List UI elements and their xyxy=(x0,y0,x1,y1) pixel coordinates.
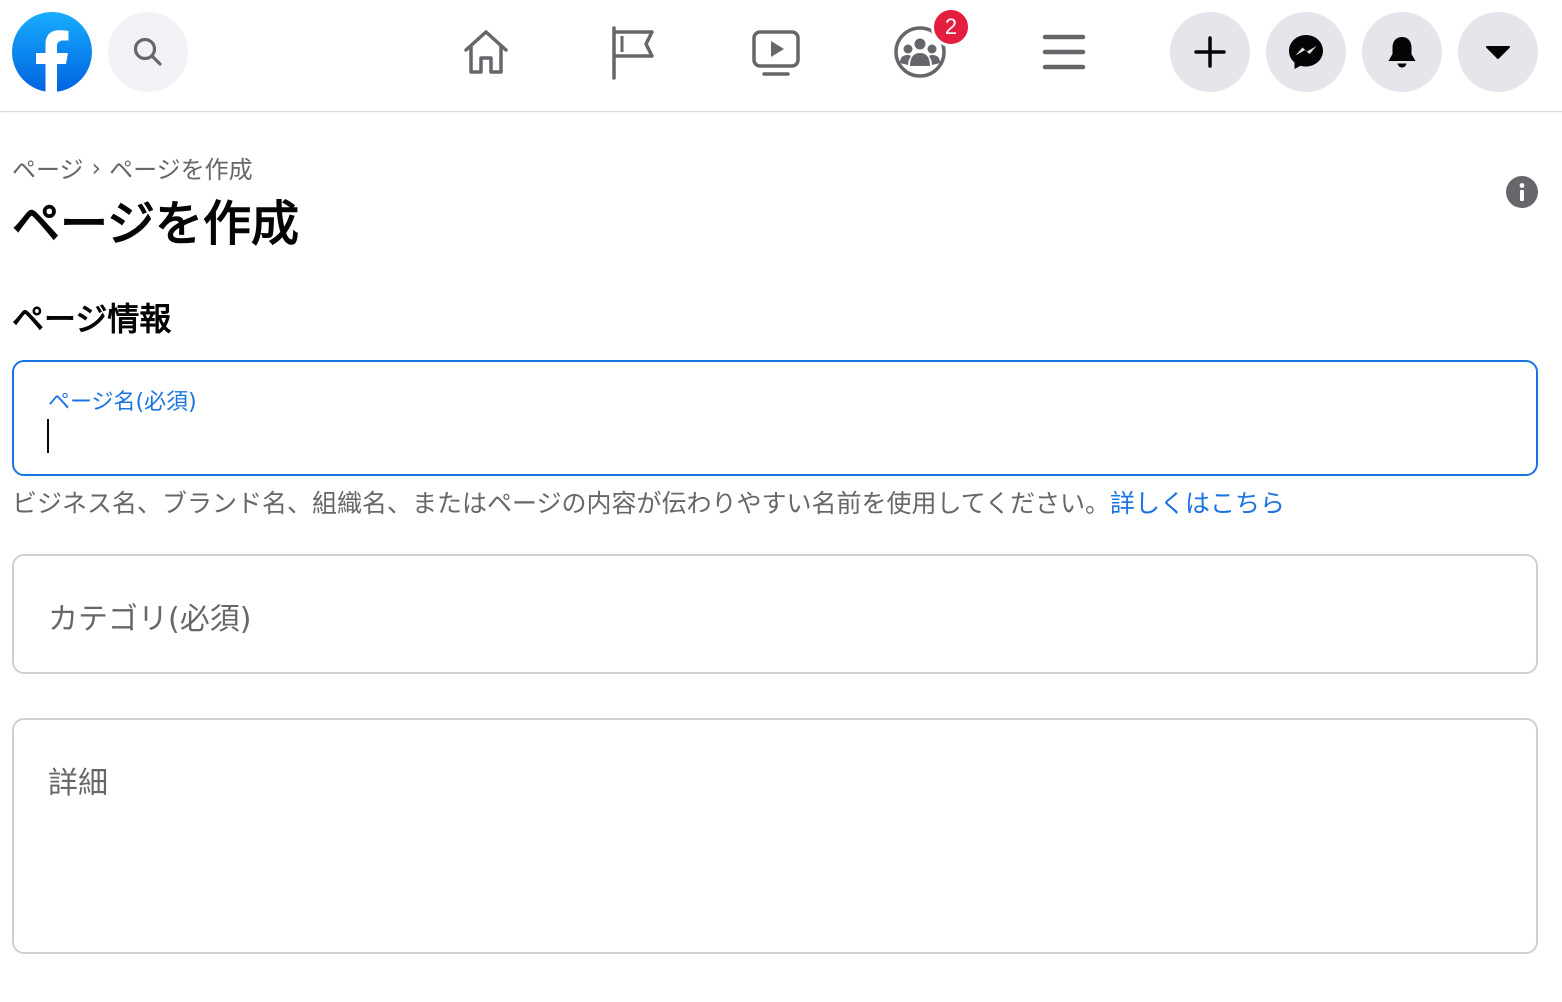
helper-text: ビジネス名、ブランド名、組織名、またはページの内容が伝わりやすい名前を使用してく… xyxy=(12,489,1111,518)
text-cursor xyxy=(47,419,49,453)
nav-pages-tab[interactable] xyxy=(600,22,660,82)
notification-count-badge: 2 xyxy=(931,7,971,47)
learn-more-link[interactable]: 詳しくはこちら xyxy=(1110,489,1285,518)
breadcrumb-current: ページを作成 xyxy=(109,156,253,184)
bell-icon xyxy=(1388,37,1416,68)
notifications-button[interactable] xyxy=(1362,12,1442,92)
search-button[interactable] xyxy=(108,12,188,92)
messenger-icon xyxy=(1289,35,1323,69)
details-textarea[interactable]: 詳細 xyxy=(12,718,1538,954)
caret-down-icon xyxy=(1486,46,1510,59)
breadcrumb: ページ › ページを作成 xyxy=(12,150,253,185)
info-icon[interactable] xyxy=(1506,176,1538,208)
search-icon xyxy=(133,37,162,66)
create-button[interactable] xyxy=(1170,12,1250,92)
details-placeholder: 詳細 xyxy=(48,766,108,801)
nav-home-tab[interactable] xyxy=(456,22,516,82)
page-name-input[interactable]: ページ名(必須) xyxy=(12,360,1538,476)
nav-watch-tab[interactable] xyxy=(746,22,806,82)
flag-icon xyxy=(612,26,654,80)
breadcrumb-pages-link[interactable]: ページ xyxy=(12,150,84,185)
messenger-button[interactable] xyxy=(1266,12,1346,92)
account-menu-button[interactable] xyxy=(1458,12,1538,92)
page-title: ページを作成 xyxy=(12,196,300,252)
breadcrumb-separator: › xyxy=(91,153,102,182)
home-icon xyxy=(464,30,508,74)
facebook-logo-icon[interactable] xyxy=(12,12,92,92)
page-info-section-title: ページ情報 xyxy=(12,300,172,338)
category-placeholder: カテゴリ(必須) xyxy=(48,602,252,637)
plus-icon xyxy=(1194,36,1226,68)
page-name-label: ページ名(必須) xyxy=(48,390,197,415)
top-navigation-bar: 2 xyxy=(0,0,1562,112)
menu-icon xyxy=(1042,34,1086,70)
page-name-helper-text: ビジネス名、ブランド名、組織名、またはページの内容が伝わりやすい名前を使用してく… xyxy=(12,484,1285,520)
nav-menu-tab[interactable] xyxy=(1034,22,1094,82)
category-input[interactable]: カテゴリ(必須) xyxy=(12,554,1538,674)
watch-icon xyxy=(752,30,800,76)
